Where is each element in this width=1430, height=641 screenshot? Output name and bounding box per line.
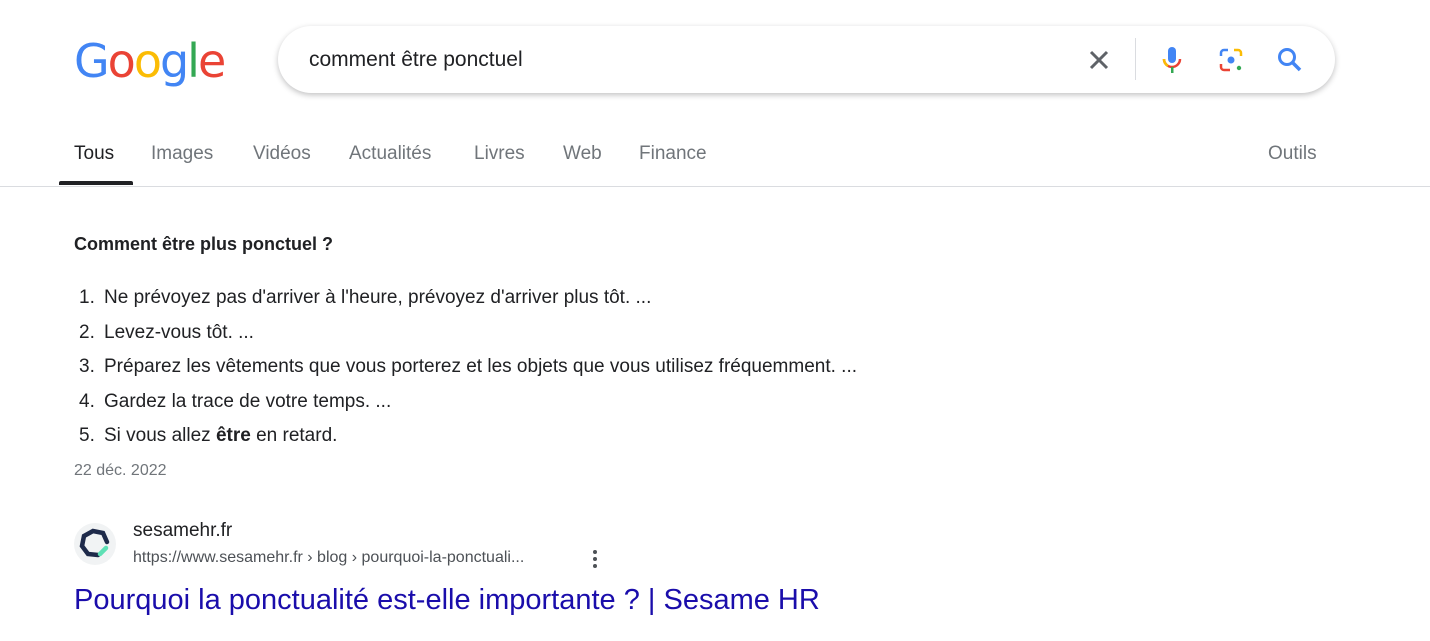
tab-images[interactable]: Images <box>151 143 213 165</box>
search-input[interactable]: comment être ponctuel <box>309 48 523 72</box>
result-title-link[interactable]: Pourquoi la ponctualité est-elle importa… <box>74 584 820 617</box>
item-bold-text: être <box>215 425 251 446</box>
list-item: 2. Levez-vous tôt. ... <box>79 316 857 351</box>
active-tab-indicator <box>59 181 133 185</box>
snippet-heading: Comment être plus ponctuel ? <box>74 234 334 254</box>
search-icon[interactable] <box>1272 42 1308 78</box>
lens-camera-icon[interactable] <box>1213 42 1249 78</box>
clear-icon[interactable] <box>1081 42 1117 78</box>
sesamehr-favicon[interactable] <box>74 523 116 565</box>
search-tabs: Tous Images Vidéos Actualités Livres Web… <box>0 140 1430 187</box>
item-text: Gardez la trace de votre temps. ... <box>104 390 392 412</box>
tab-finance[interactable]: Finance <box>639 143 707 165</box>
item-number: 2. <box>79 321 95 343</box>
tab-livres[interactable]: Livres <box>474 143 525 165</box>
tab-videos[interactable]: Vidéos <box>253 143 311 165</box>
item-number: 4. <box>79 390 95 412</box>
item-text: Levez-vous tôt. ... <box>104 321 254 343</box>
search-box[interactable]: comment être ponctuel <box>278 26 1335 93</box>
list-item: 1. Ne prévoyez pas d'arriver à l'heure, p… <box>79 281 857 316</box>
snippet-date: 22 déc. 2022 <box>74 462 167 479</box>
more-options-icon[interactable] <box>588 548 602 570</box>
list-item: 5. Si vous allez être en retard. <box>79 419 857 454</box>
result-site-name[interactable]: sesamehr.fr <box>133 520 232 542</box>
microphone-icon[interactable] <box>1154 42 1190 78</box>
item-text: en retard. <box>250 425 338 446</box>
item-text: Ne prévoyez pas d'arriver à l'heure, pré… <box>104 287 652 308</box>
tab-actualites[interactable]: Actualités <box>349 143 431 165</box>
divider <box>1135 38 1136 80</box>
snippet-list: 1. Ne prévoyez pas d'arriver à l'heure, p… <box>79 281 857 454</box>
tab-web[interactable]: Web <box>563 143 602 165</box>
item-number: 1. <box>79 287 95 308</box>
list-item: 3. Préparez les vêtements que vous porter… <box>79 350 857 385</box>
list-item: 4. Gardez la trace de votre temps. ... <box>79 385 857 420</box>
item-text: Si vous allez <box>104 425 216 446</box>
tab-tous[interactable]: Tous <box>74 143 114 165</box>
item-text: Préparez les vêtements que vous porterez… <box>104 356 857 377</box>
item-number: 3. <box>79 356 95 377</box>
result-url[interactable]: https://www.sesamehr.fr › blog › pourquo… <box>133 549 524 567</box>
item-number: 5. <box>79 425 95 446</box>
tools-button[interactable]: Outils <box>1268 143 1317 165</box>
google-logo[interactable]: Google <box>74 34 226 88</box>
